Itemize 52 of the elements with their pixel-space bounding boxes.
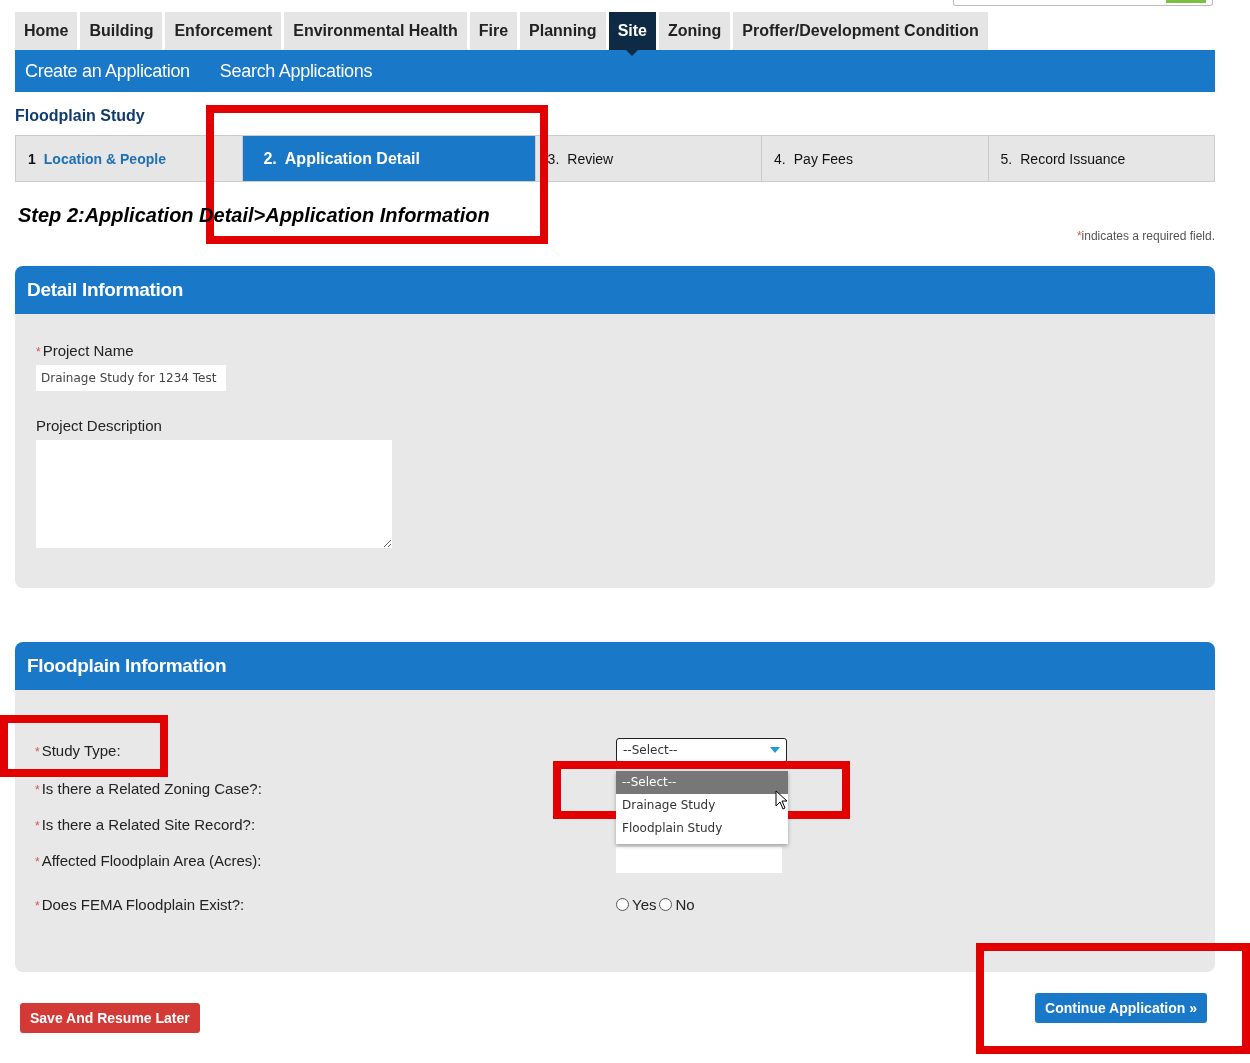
- nav-tab[interactable]: Fire: [469, 12, 518, 50]
- step-label: Record Issuance: [1020, 150, 1126, 167]
- nav-tab[interactable]: Zoning: [658, 12, 731, 50]
- nav-tab[interactable]: Home: [15, 12, 78, 50]
- step-label: Review: [567, 150, 614, 167]
- step-label: Pay Fees: [793, 150, 853, 167]
- field-label: *Is there a Related Site Record?:: [35, 815, 256, 833]
- input-field[interactable]: Drainage Study for 1234 Test: [36, 365, 226, 391]
- field-label: Project Description: [36, 417, 162, 434]
- dropdown-option[interactable]: --Select--: [616, 770, 788, 794]
- radio-button[interactable]: [616, 897, 629, 911]
- nav-tab[interactable]: Environmental Health: [284, 12, 467, 50]
- caret-icon: [770, 747, 780, 753]
- record-type-title: Floodplain Study: [15, 107, 146, 125]
- field-label: *Affected Floodplain Area (Acres):: [35, 851, 262, 869]
- nav-tab[interactable]: Enforcement: [165, 12, 282, 50]
- section-header: Detail Information: [15, 266, 1215, 314]
- field-label: *Project Name: [36, 342, 134, 359]
- step-number: 3.: [547, 150, 560, 167]
- step-number: 5.: [1000, 150, 1013, 167]
- nav-link[interactable]: Create an Application: [25, 60, 190, 82]
- dropdown-option[interactable]: Floodplain Study: [616, 816, 788, 840]
- radio-label: No: [675, 895, 695, 913]
- step-number: 2.: [263, 149, 277, 168]
- nav-link[interactable]: Search Applications: [219, 60, 373, 82]
- required-mark: *: [35, 898, 40, 913]
- textarea-field[interactable]: [36, 440, 392, 548]
- nav-tab[interactable]: Planning: [520, 12, 606, 50]
- nav-tab[interactable]: Proffer/Development Condition: [733, 12, 988, 50]
- nav-tab[interactable]: Building: [80, 12, 163, 50]
- section-header: Floodplain Information: [15, 642, 1215, 690]
- required-note: *indicates a required field.: [1075, 229, 1215, 243]
- input-field[interactable]: [616, 847, 782, 873]
- required-mark: *: [35, 782, 40, 797]
- required-mark: *: [35, 854, 40, 869]
- radio-label: Yes: [632, 895, 657, 913]
- continue-button[interactable]: Continue Application »: [1035, 993, 1207, 1023]
- required-mark: *: [35, 818, 40, 833]
- field-label: *Is there a Related Zoning Case?:: [35, 779, 262, 797]
- step-number: 4.: [774, 150, 786, 167]
- mouse-pointer-icon: [775, 789, 789, 810]
- step-label: Application Detail: [284, 149, 420, 168]
- step-link[interactable]: Location & People: [43, 150, 166, 167]
- search-field[interactable]: [953, 0, 1213, 6]
- required-mark: *: [35, 744, 40, 759]
- required-mark: *: [36, 345, 41, 359]
- save-button[interactable]: Save And Resume Later: [20, 1003, 200, 1033]
- radio-button[interactable]: [659, 897, 673, 911]
- field-label: *Study Type:: [35, 741, 121, 759]
- field-label: *Does FEMA Floodplain Exist?:: [35, 895, 245, 913]
- select-field[interactable]: --Select--: [616, 737, 787, 763]
- step-number: 1: [28, 150, 36, 167]
